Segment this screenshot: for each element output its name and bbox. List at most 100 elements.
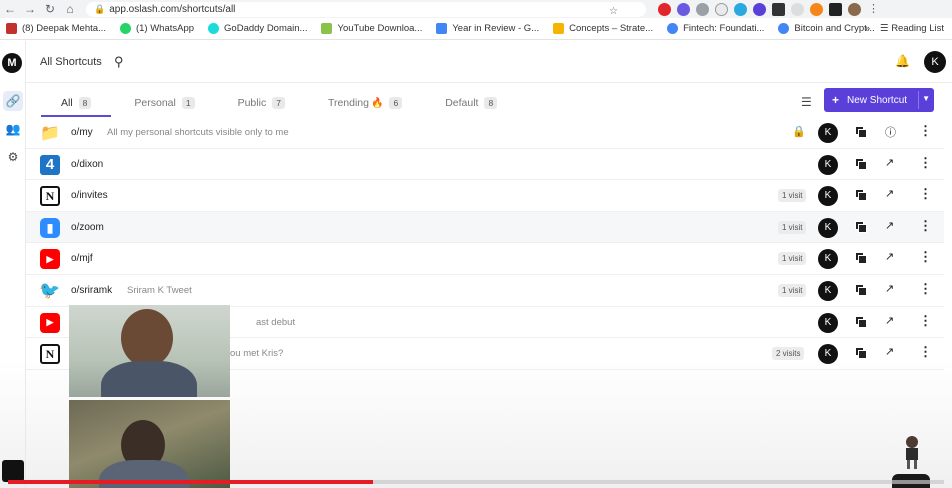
owner-avatar: K <box>818 249 838 270</box>
shortcut-description: ou met Kris? <box>230 348 284 360</box>
menu-icon[interactable]: ⋮ <box>867 3 880 16</box>
people-icon[interactable]: 👥 <box>3 119 23 139</box>
bookmark-item[interactable]: Fintech: Foundati... <box>667 23 764 34</box>
gear-icon[interactable]: ⚙ <box>3 147 23 167</box>
visit-badge: 1 visit <box>778 283 807 297</box>
shortcut-description: Sriram K Tweet <box>127 284 192 296</box>
fire-icon: 🔥 <box>371 97 384 109</box>
bookmark-item[interactable]: GoDaddy Domain... <box>208 23 307 34</box>
more-icon[interactable]: ⋮ <box>919 344 932 360</box>
bookmark-item[interactable]: (1) WhatsApp <box>119 23 194 34</box>
home-icon[interactable]: ⌂ <box>60 2 80 16</box>
table-row[interactable]: 📁 o/my All my personal shortcuts visible… <box>26 117 944 149</box>
opera-icon[interactable] <box>658 2 671 16</box>
extension-icon[interactable] <box>677 2 690 16</box>
bookmark-favicon <box>6 23 17 34</box>
video-progress-bar[interactable] <box>8 480 944 484</box>
profile-avatar[interactable] <box>848 2 861 16</box>
reading-list-button[interactable]: ☰ Reading List <box>880 23 944 34</box>
copy-icon[interactable] <box>855 189 867 202</box>
visit-badge: 1 visit <box>778 252 807 266</box>
filter-icon[interactable]: ☰ <box>801 95 812 109</box>
webcam-feed <box>69 400 230 488</box>
table-row[interactable]: ▶ o/mjf 1 visit K ↗ ⋮ <box>26 243 944 275</box>
shortcut-name[interactable]: o/invites <box>71 190 108 201</box>
external-link-icon[interactable]: ↗ <box>885 250 894 263</box>
forward-icon[interactable]: → <box>20 2 40 16</box>
reload-icon[interactable]: ↻ <box>40 2 60 16</box>
shortcut-name[interactable]: o/dixon <box>71 159 103 170</box>
shortcut-name[interactable]: o/sriramk <box>71 285 112 296</box>
copy-icon[interactable] <box>855 252 867 265</box>
more-bookmarks-icon[interactable]: » <box>865 23 870 34</box>
tab-personal[interactable]: Personal 1 <box>134 92 195 114</box>
more-icon[interactable]: ⋮ <box>919 218 932 234</box>
chevron-down-icon[interactable]: ▼ <box>922 94 930 103</box>
external-link-icon[interactable]: ↗ <box>885 219 894 232</box>
copy-icon[interactable] <box>855 283 867 296</box>
plus-icon: + <box>832 93 840 107</box>
tab-count: 8 <box>78 97 92 109</box>
address-bar[interactable]: 🔒 app.oslash.com/shortcuts/all ☆ <box>86 1 646 19</box>
copy-icon[interactable] <box>855 220 867 233</box>
table-row[interactable]: N o/invites 1 visit K ↗ ⋮ <box>26 180 944 212</box>
more-icon[interactable]: ⋮ <box>919 155 932 171</box>
extension-icon[interactable] <box>791 2 804 16</box>
owner-avatar: K <box>818 280 838 301</box>
back-icon[interactable]: ← <box>0 2 20 16</box>
extension-icon[interactable] <box>715 2 728 16</box>
extension-icon[interactable] <box>734 2 747 16</box>
copy-icon[interactable] <box>855 126 867 138</box>
external-link-icon[interactable]: ↗ <box>885 187 894 200</box>
shortcut-name[interactable]: o/my <box>71 127 93 138</box>
bell-icon[interactable]: 🔔 <box>895 54 910 68</box>
channel-logo[interactable] <box>2 460 24 482</box>
external-link-icon[interactable]: ↗ <box>885 156 894 169</box>
tab-trending[interactable]: Trending 🔥 6 <box>328 92 403 114</box>
tab-all[interactable]: All 8 <box>40 92 113 117</box>
visit-badge: 1 visit <box>778 220 807 234</box>
bookmark-item[interactable]: YouTube Downloa... <box>321 23 422 34</box>
table-row[interactable]: ▮ o/zoom 1 visit K ↗ ⋮ <box>26 211 944 244</box>
more-icon[interactable]: ⋮ <box>919 249 932 265</box>
table-row[interactable]: 4 o/dixon K ↗ ⋮ <box>26 148 944 181</box>
tab-public[interactable]: Public 7 <box>238 92 285 114</box>
tab-count: 8 <box>484 97 498 109</box>
table-row[interactable]: 🐦 o/sriramk Sriram K Tweet 1 visit K ↗ ⋮ <box>26 274 944 307</box>
copy-icon[interactable] <box>855 157 867 170</box>
metamask-icon[interactable] <box>810 2 823 16</box>
more-icon[interactable]: ⋮ <box>919 281 932 297</box>
extension-icon[interactable] <box>772 2 785 16</box>
extension-icon[interactable] <box>696 2 709 16</box>
shortcut-name[interactable]: o/mjf <box>71 253 93 264</box>
copy-icon[interactable] <box>855 347 867 360</box>
workspace-avatar[interactable]: M <box>2 53 22 73</box>
extension-icon[interactable] <box>753 2 766 16</box>
search-icon[interactable]: ⚲ <box>114 54 124 70</box>
owner-avatar: K <box>818 123 838 143</box>
external-link-icon[interactable]: ↗ <box>885 282 894 295</box>
shortcut-name[interactable]: o/zoom <box>71 222 104 233</box>
tab-default[interactable]: Default 8 <box>445 92 498 114</box>
star-icon[interactable]: ☆ <box>609 4 618 19</box>
external-link-icon[interactable]: ↗ <box>885 314 894 327</box>
more-icon[interactable]: ⋮ <box>919 123 932 139</box>
person-shirt <box>101 361 197 397</box>
bookmark-item[interactable]: Bitcoin and Crypt... <box>778 23 875 34</box>
copy-icon[interactable] <box>855 315 867 328</box>
bookmark-item[interactable]: Year in Review - G... <box>436 23 539 34</box>
bookmark-item[interactable]: Concepts – Strate... <box>553 23 653 34</box>
tab-count: 1 <box>181 97 195 109</box>
link-icon[interactable]: 🔗 <box>3 91 23 111</box>
shortcut-description: ast debut <box>256 316 296 328</box>
user-avatar[interactable]: K <box>924 51 946 73</box>
puzzle-icon[interactable] <box>829 2 842 16</box>
owner-avatar: K <box>818 217 838 238</box>
bookmark-item[interactable]: (8) Deepak Mehta... <box>6 23 106 34</box>
info-icon[interactable]: ⓘ <box>885 124 896 140</box>
folder-icon: 📁 <box>40 125 60 142</box>
more-icon[interactable]: ⋮ <box>919 313 932 329</box>
more-icon[interactable]: ⋮ <box>919 186 932 202</box>
new-shortcut-button[interactable]: + New Shortcut ▼ <box>824 88 934 112</box>
external-link-icon[interactable]: ↗ <box>885 345 894 358</box>
